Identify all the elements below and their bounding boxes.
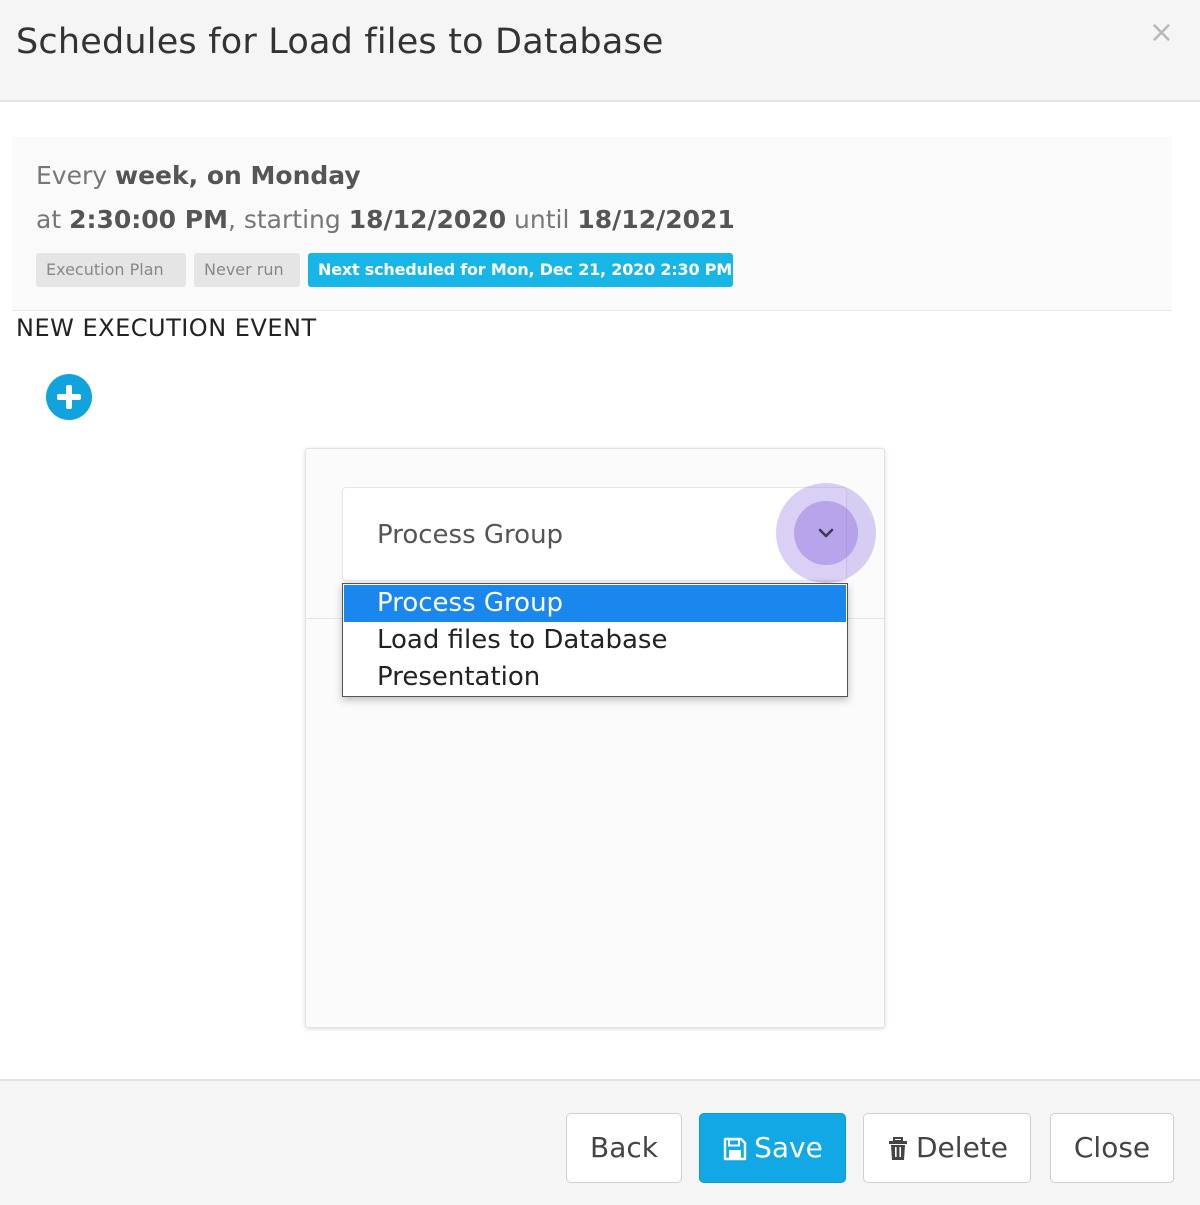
close-icon[interactable]: ×	[1149, 18, 1174, 48]
save-button[interactable]: Save	[699, 1113, 846, 1183]
schedule-time-range: at 2:30:00 PM, starting 18/12/2020 until…	[36, 205, 735, 234]
modal-title: Schedules for Load files to Database	[16, 22, 664, 62]
plus-circle-icon	[57, 385, 81, 409]
never-run-badge: Never run	[194, 253, 300, 287]
chevron-down-icon	[818, 528, 834, 538]
modal-header: Schedules for Load files to Database ×	[0, 0, 1200, 102]
trash-icon	[886, 1136, 910, 1162]
select-value: Process Group	[377, 520, 564, 550]
modal-footer: Back Save Delete Close	[0, 1079, 1200, 1205]
process-group-select[interactable]: Process Group	[342, 487, 847, 581]
schedule-frequency: Every week, on Monday	[36, 161, 361, 190]
floppy-disk-icon	[722, 1136, 748, 1162]
section-title: NEW EXECUTION EVENT	[16, 314, 317, 342]
execution-plan-badge: Execution Plan	[36, 253, 186, 287]
close-button[interactable]: Close	[1050, 1113, 1174, 1183]
start-date-value: 18/12/2020	[348, 205, 507, 234]
frequency-value: week, on Monday	[115, 161, 361, 190]
dropdown-option-process-group[interactable]: Process Group	[344, 585, 846, 622]
time-value: 2:30:00 PM	[69, 205, 228, 234]
save-label: Save	[754, 1131, 823, 1164]
delete-label: Delete	[916, 1131, 1008, 1164]
add-event-button[interactable]	[46, 374, 92, 420]
dropdown-option-presentation[interactable]: Presentation	[344, 659, 846, 696]
end-date-value: 18/12/2021	[577, 205, 735, 234]
delete-button[interactable]: Delete	[863, 1113, 1031, 1183]
dropdown-option-load-files[interactable]: Load files to Database	[344, 622, 846, 659]
next-scheduled-badge: Next scheduled for Mon, Dec 21, 2020 2:3…	[308, 253, 733, 287]
event-panel: Process Group	[305, 448, 885, 1028]
back-button[interactable]: Back	[566, 1113, 682, 1183]
schedule-summary: Every week, on Monday at 2:30:00 PM, sta…	[12, 137, 1172, 311]
dropdown-list: Process Group Load files to Database Pre…	[342, 583, 848, 697]
dropdown-toggle[interactable]	[776, 483, 876, 583]
